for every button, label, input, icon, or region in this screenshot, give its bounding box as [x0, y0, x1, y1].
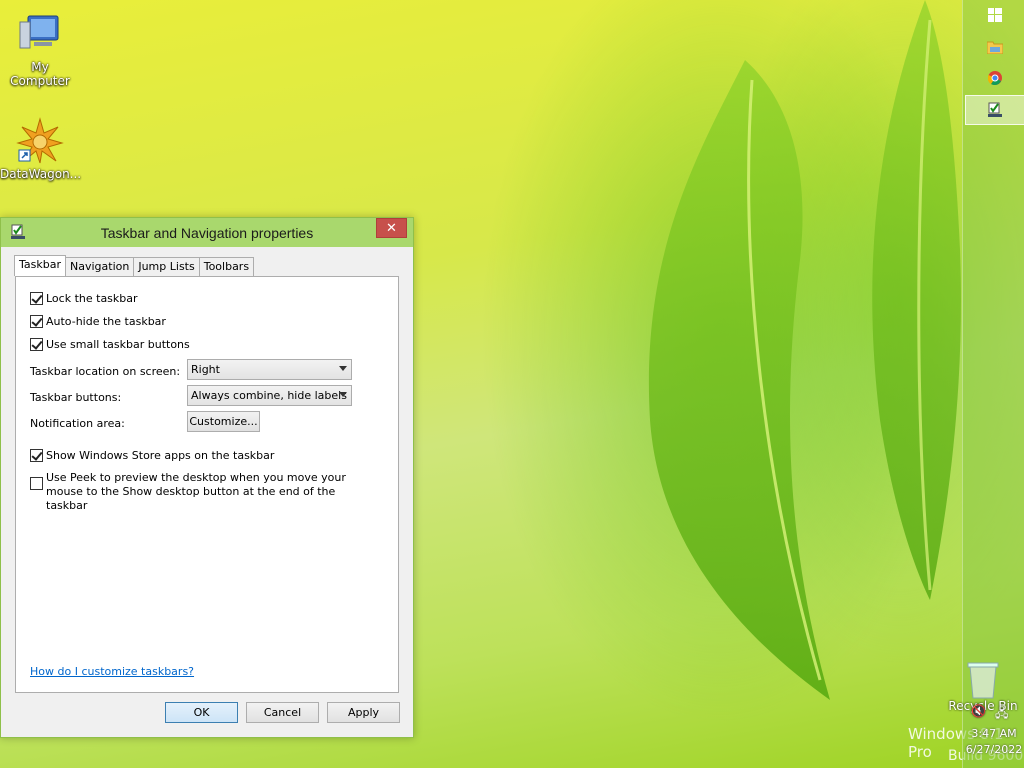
small-buttons-option[interactable]: Use small taskbar buttons: [30, 338, 190, 352]
start-button[interactable]: [965, 0, 1024, 30]
taskbar-properties-dialog: Taskbar and Navigation properties ✕ Task…: [0, 217, 414, 738]
desktop-icon-my-computer[interactable]: My Computer: [0, 10, 80, 88]
auto-hide-checkbox[interactable]: [30, 315, 43, 328]
lock-taskbar-label: Lock the taskbar: [46, 292, 138, 305]
auto-hide-label: Auto-hide the taskbar: [46, 315, 166, 328]
close-icon: ✕: [386, 221, 397, 236]
small-buttons-label: Use small taskbar buttons: [46, 338, 190, 351]
computer-icon: [16, 10, 64, 58]
tab-strip: Taskbar Navigation Jump Lists Toolbars: [14, 255, 255, 276]
close-button[interactable]: ✕: [376, 218, 407, 238]
customize-button[interactable]: Customize...: [187, 411, 260, 432]
clock-date[interactable]: 6/27/2022: [963, 743, 1024, 756]
auto-hide-option[interactable]: Auto-hide the taskbar: [30, 315, 166, 329]
taskbar-properties-button[interactable]: [965, 95, 1024, 125]
windows-logo-icon: [988, 8, 1002, 22]
file-explorer-button[interactable]: [965, 32, 1024, 62]
help-link[interactable]: How do I customize taskbars?: [30, 665, 194, 678]
taskbar-buttons-label: Taskbar buttons:: [30, 391, 122, 404]
peek-label: Use Peek to preview the desktop when you…: [46, 471, 346, 512]
ok-button[interactable]: OK: [165, 702, 238, 723]
dialog-titlebar[interactable]: Taskbar and Navigation properties ✕: [1, 218, 413, 247]
lock-taskbar-checkbox[interactable]: [30, 292, 43, 305]
datawagon-icon: [16, 117, 64, 165]
small-buttons-checkbox[interactable]: [30, 338, 43, 351]
dialog-title: Taskbar and Navigation properties: [100, 225, 314, 241]
clock-time[interactable]: 3:47 AM: [963, 727, 1024, 740]
chrome-button[interactable]: [965, 63, 1024, 93]
taskbar: Recycle Bin 🔇 🖧 3:47 AM 6/27/2022: [948, 0, 1024, 768]
dialog-body: Taskbar Navigation Jump Lists Toolbars L…: [8, 247, 406, 737]
network-icon[interactable]: 🖧: [995, 704, 1008, 725]
store-apps-option[interactable]: Show Windows Store apps on the taskbar: [30, 449, 274, 463]
store-apps-label: Show Windows Store apps on the taskbar: [46, 449, 275, 462]
desktop-icon-label: My Computer: [10, 60, 70, 88]
taskbar-properties-icon: [988, 102, 1002, 117]
location-select[interactable]: Right: [187, 359, 352, 380]
chevron-down-icon: [339, 392, 347, 397]
apply-button[interactable]: Apply: [327, 702, 400, 723]
lock-taskbar-option[interactable]: Lock the taskbar: [30, 292, 138, 306]
desktop-icon-datawagon[interactable]: DataWagon...: [0, 117, 82, 181]
tab-jump-lists[interactable]: Jump Lists: [134, 257, 200, 276]
desktop-icon-label: DataWagon...: [0, 167, 82, 181]
notification-area-label: Notification area:: [30, 417, 125, 430]
tab-toolbars[interactable]: Toolbars: [199, 257, 255, 276]
tab-taskbar[interactable]: Taskbar: [14, 255, 66, 276]
location-value: Right: [191, 363, 220, 376]
volume-muted-icon[interactable]: 🔇: [971, 704, 986, 718]
chevron-down-icon: [339, 366, 347, 371]
taskbar-tab-panel: Lock the taskbar Auto-hide the taskbar U…: [15, 276, 399, 693]
folder-icon: [987, 41, 1003, 54]
tab-navigation[interactable]: Navigation: [66, 257, 135, 276]
cancel-button[interactable]: Cancel: [246, 702, 319, 723]
peek-checkbox[interactable]: [30, 477, 43, 490]
taskbar-buttons-select[interactable]: Always combine, hide labels: [187, 385, 352, 406]
location-label: Taskbar location on screen:: [30, 365, 181, 378]
peek-option[interactable]: Use Peek to preview the desktop when you…: [30, 471, 380, 513]
store-apps-checkbox[interactable]: [30, 449, 43, 462]
taskbar-buttons-value: Always combine, hide labels: [191, 389, 347, 402]
chrome-icon: [988, 71, 1002, 85]
recycle-bin-icon: [967, 662, 999, 699]
